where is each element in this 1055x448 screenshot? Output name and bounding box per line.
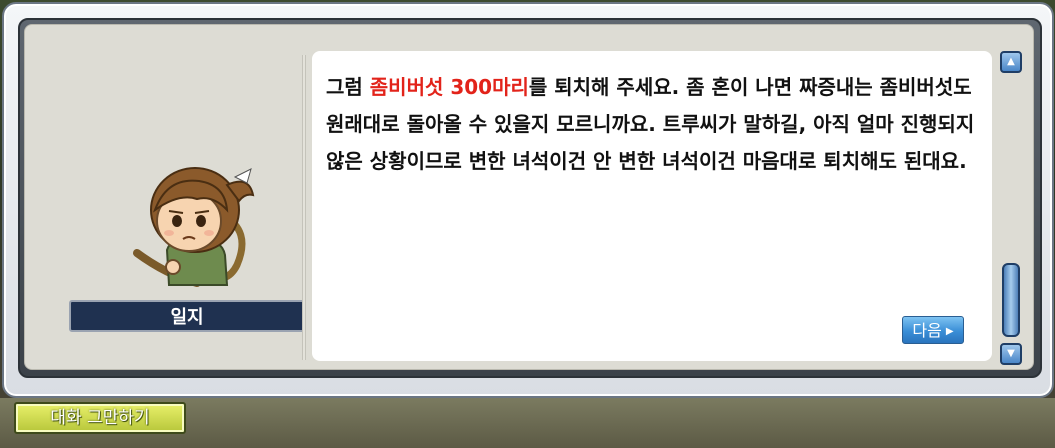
panel-divider bbox=[302, 55, 306, 360]
dialog-panel: 일지 그럼 좀비버섯 300마리를 퇴치해 주세요. 좀 혼이 나면 짜증내는 … bbox=[24, 24, 1034, 370]
end-chat-button[interactable]: 대화 그만하기 bbox=[14, 402, 186, 434]
quest-target-highlight: 좀비버섯 300마리 bbox=[369, 75, 529, 99]
dialog-text-box: 그럼 좀비버섯 300마리를 퇴치해 주세요. 좀 혼이 나면 짜증내는 좀비버… bbox=[312, 51, 992, 361]
scrollbar-thumb[interactable] bbox=[1002, 263, 1020, 337]
npc-dialog-window: 일지 그럼 좀비버섯 300마리를 퇴치해 주세요. 좀 혼이 나면 짜증내는 … bbox=[2, 2, 1054, 398]
dialog-text: 그럼 좀비버섯 300마리를 퇴치해 주세요. 좀 혼이 나면 짜증내는 좀비버… bbox=[326, 69, 980, 180]
npc-name-plate: 일지 bbox=[69, 300, 305, 332]
dialog-text-pre: 그럼 bbox=[326, 75, 370, 99]
bottom-bar: 대화 그만하기 bbox=[0, 398, 1055, 448]
dialog-scrollbar[interactable]: ▲ ▼ bbox=[1000, 51, 1022, 365]
dialog-frame: 일지 그럼 좀비버섯 300마리를 퇴치해 주세요. 좀 혼이 나면 짜증내는 … bbox=[18, 18, 1042, 378]
triangle-right-icon: ▶ bbox=[945, 325, 954, 337]
npc-portrait bbox=[133, 167, 255, 287]
next-button[interactable]: 다음 ▶ bbox=[902, 316, 964, 344]
npc-portrait-area: 일지 bbox=[45, 45, 305, 365]
scroll-up-icon[interactable]: ▲ bbox=[1000, 51, 1022, 73]
next-button-label: 다음 bbox=[912, 321, 942, 340]
scroll-down-icon[interactable]: ▼ bbox=[1000, 343, 1022, 365]
